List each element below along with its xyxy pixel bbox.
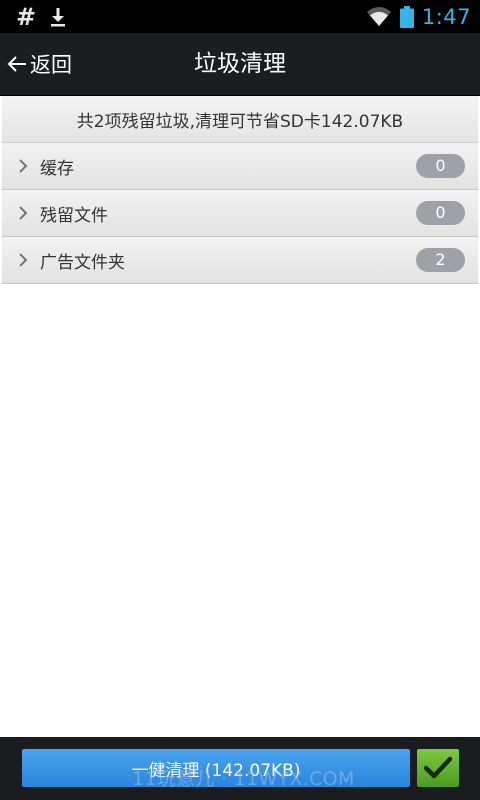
category-row-ad-folders[interactable]: 广告文件夹 2 [2, 237, 478, 284]
back-label: 返回 [30, 53, 72, 77]
category-label: 广告文件夹 [40, 252, 125, 273]
one-click-clean-button[interactable]: 一健清理 (142.07KB) [22, 749, 410, 787]
clock: 1:47 [421, 4, 471, 29]
summary-text: 共2项残留垃圾,清理可节省SD卡142.07KB [76, 111, 404, 132]
category-label: 残留文件 [40, 205, 108, 226]
chevron-right-icon [19, 159, 28, 173]
category-row-residual-files[interactable]: 残留文件 0 [2, 190, 478, 237]
count-badge: 0 [416, 201, 465, 225]
back-button[interactable]: 返回 [6, 33, 72, 95]
summary-header: 共2项残留垃圾,清理可节省SD卡142.07KB [2, 96, 478, 143]
title-bar: 返回 垃圾清理 [0, 33, 480, 96]
chevron-right-icon [19, 206, 28, 220]
status-left-icons: # [16, 2, 66, 32]
status-bar: # 1:47 [0, 0, 480, 33]
bottom-action-bar: 一健清理 (142.07KB) [0, 737, 480, 800]
chevron-right-icon [19, 253, 28, 267]
battery-icon [399, 5, 414, 28]
hash-icon: # [16, 3, 37, 31]
wifi-icon [366, 6, 391, 26]
status-right-icons: 1:47 [366, 0, 471, 33]
category-label: 缓存 [40, 158, 74, 179]
count-badge: 2 [416, 248, 465, 272]
back-arrow-icon [7, 56, 26, 72]
confirm-button[interactable] [417, 749, 459, 787]
checkmark-icon [423, 756, 453, 779]
category-row-cache[interactable]: 缓存 0 [2, 143, 478, 190]
download-icon [51, 8, 66, 27]
count-badge: 0 [416, 154, 465, 178]
page-title: 垃圾清理 [194, 51, 286, 77]
category-list: 缓存 0 残留文件 0 广告文件夹 2 [2, 143, 478, 284]
